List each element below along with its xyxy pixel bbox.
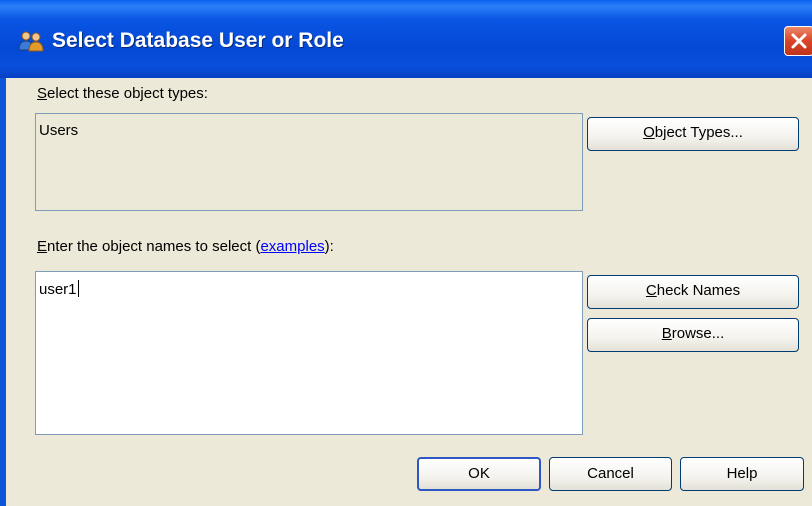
object-names-label: Enter the object names to select (exampl…: [37, 238, 334, 255]
object-names-value: user1: [39, 281, 77, 298]
check-names-button[interactable]: Check Names: [587, 275, 799, 309]
help-button[interactable]: Help: [680, 457, 804, 491]
browse-button[interactable]: Browse...: [587, 318, 799, 352]
object-types-value: Users: [39, 122, 79, 139]
window-title: Select Database User or Role: [52, 29, 344, 52]
users-icon: [18, 30, 44, 52]
object-types-field: Users: [35, 113, 583, 211]
object-types-button[interactable]: Object Types...: [587, 117, 799, 151]
dialog-body: Select these object types: Users Object …: [6, 78, 812, 506]
ok-button[interactable]: OK: [417, 457, 541, 491]
examples-link[interactable]: examples: [260, 238, 324, 255]
cancel-button[interactable]: Cancel: [549, 457, 672, 491]
object-types-label: Select these object types:: [37, 85, 208, 102]
title-bar[interactable]: Select Database User or Role: [0, 0, 812, 78]
dialog-window: Select Database User or Role Select thes…: [0, 0, 812, 506]
text-caret: [77, 280, 79, 297]
close-button[interactable]: [784, 26, 812, 56]
object-names-input[interactable]: user1: [35, 271, 583, 435]
close-icon: [791, 33, 807, 49]
